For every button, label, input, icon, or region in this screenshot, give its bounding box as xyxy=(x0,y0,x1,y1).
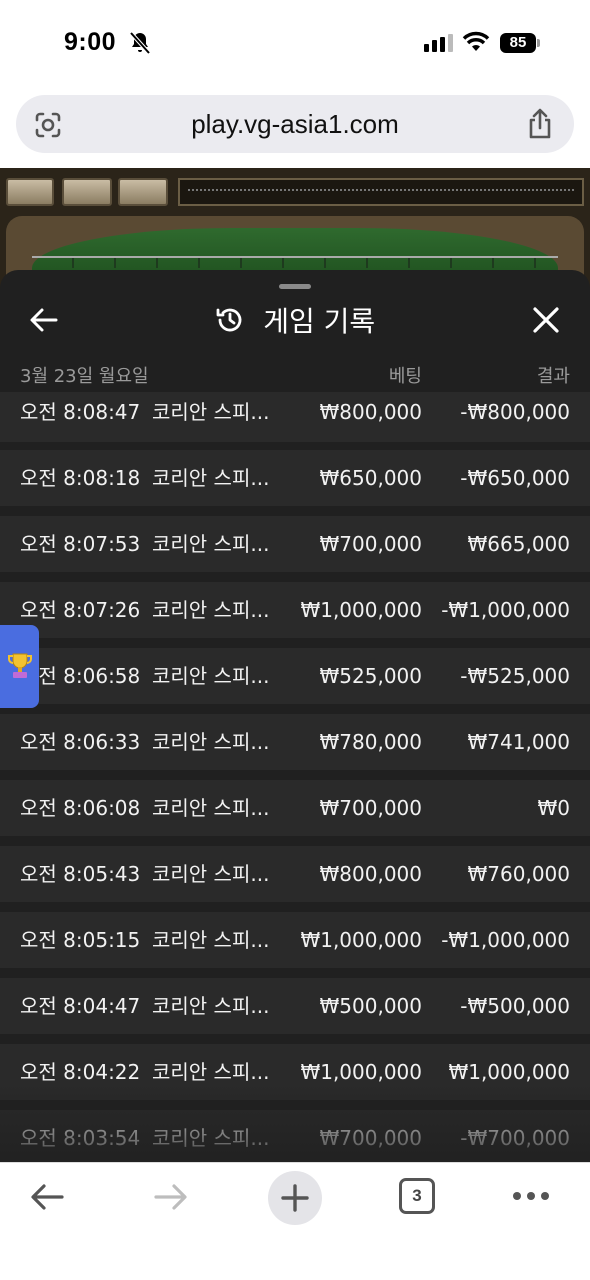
row-result: -₩1,000,000 xyxy=(441,598,570,622)
status-time: 9:00 xyxy=(64,28,117,56)
history-row[interactable]: 오전 8:04:22 코리안 스피... ₩1,000,000 ₩1,000,0… xyxy=(0,1044,590,1100)
row-time: 오전 8:08:18 xyxy=(20,466,141,490)
row-time: 오전 8:05:43 xyxy=(20,862,141,886)
game-control-button[interactable] xyxy=(62,178,112,206)
more-icon[interactable] xyxy=(512,1189,550,1203)
row-game: 코리안 스피... xyxy=(152,400,270,424)
row-game: 코리안 스피... xyxy=(152,532,270,556)
row-time: 오전 8:05:15 xyxy=(20,928,141,952)
row-bet: ₩800,000 xyxy=(319,862,422,886)
table-lines xyxy=(32,256,558,268)
row-time: 오전 8:06:33 xyxy=(20,730,141,754)
history-row[interactable]: 오전 8:08:47 코리안 스피... ₩800,000 -₩800,000 xyxy=(0,392,590,442)
row-time: 오전 8:06:08 xyxy=(20,796,141,820)
row-game: 코리안 스피... xyxy=(152,1126,270,1150)
plus-icon xyxy=(281,1184,309,1212)
row-bet: ₩780,000 xyxy=(319,730,422,754)
history-row[interactable]: 오전 8:06:33 코리안 스피... ₩780,000 ₩741,000 xyxy=(0,714,590,770)
battery-icon: 85 xyxy=(500,33,542,53)
battery-level: 85 xyxy=(500,33,536,53)
row-result: ₩1,000,000 xyxy=(448,1060,570,1084)
forward-icon[interactable] xyxy=(152,1181,190,1213)
row-bet: ₩525,000 xyxy=(319,664,422,688)
row-bet: ₩700,000 xyxy=(319,532,422,556)
panel-title-wrap: 게임 기록 xyxy=(0,300,590,340)
url-text[interactable]: play.vg-asia1.com xyxy=(16,95,574,153)
game-history-panel: 게임 기록 3월 23일 월요일 베팅 결과 오전 8:08:47 코리안 스피… xyxy=(0,270,590,1162)
row-result: -₩700,000 xyxy=(460,1126,570,1150)
new-tab-button[interactable] xyxy=(268,1171,322,1225)
history-row[interactable]: 오전 8:07:26 코리안 스피... ₩1,000,000 -₩1,000,… xyxy=(0,582,590,638)
row-bet: ₩1,000,000 xyxy=(300,928,422,952)
history-row[interactable]: 오전 8:05:15 코리안 스피... ₩1,000,000 -₩1,000,… xyxy=(0,912,590,968)
row-game: 코리안 스피... xyxy=(152,1060,270,1084)
row-result: -₩1,000,000 xyxy=(441,928,570,952)
row-bet: ₩1,000,000 xyxy=(300,1060,422,1084)
trophy-button[interactable] xyxy=(0,625,39,708)
trophy-icon xyxy=(8,653,32,678)
history-icon xyxy=(216,308,242,332)
row-time: 오전 8:04:22 xyxy=(20,1060,141,1084)
tabs-icon[interactable]: 3 xyxy=(399,1178,435,1214)
history-row[interactable]: 오전 8:07:53 코리안 스피... ₩700,000 ₩665,000 xyxy=(0,516,590,572)
row-bet: ₩700,000 xyxy=(319,1126,422,1150)
row-result: -₩500,000 xyxy=(460,994,570,1018)
history-row[interactable]: 오전 8:06:58 코리안 스피... ₩525,000 -₩525,000 xyxy=(0,648,590,704)
row-bet: ₩500,000 xyxy=(319,994,422,1018)
close-icon[interactable] xyxy=(532,306,560,334)
row-game: 코리안 스피... xyxy=(152,862,270,886)
row-result: ₩760,000 xyxy=(467,862,570,886)
row-bet: ₩650,000 xyxy=(319,466,422,490)
row-time: 오전 8:04:47 xyxy=(20,994,141,1018)
history-row[interactable]: 오전 8:06:08 코리안 스피... ₩700,000 ₩0 xyxy=(0,780,590,836)
row-result: ₩665,000 xyxy=(467,532,570,556)
row-game: 코리안 스피... xyxy=(152,466,270,490)
history-row[interactable]: 오전 8:08:18 코리안 스피... ₩650,000 -₩650,000 xyxy=(0,450,590,506)
row-bet: ₩800,000 xyxy=(319,400,422,424)
sheet-grabber[interactable] xyxy=(279,284,311,289)
status-bar: 9:00 85 xyxy=(0,0,590,88)
browser-toolbar: 3 xyxy=(0,1162,590,1280)
date-header: 3월 23일 월요일 xyxy=(20,366,149,387)
row-result: -₩525,000 xyxy=(460,664,570,688)
row-result: -₩800,000 xyxy=(460,400,570,424)
result-column-header: 결과 xyxy=(536,366,570,387)
share-icon[interactable] xyxy=(526,108,554,140)
game-control-button[interactable] xyxy=(6,178,54,206)
address-bar[interactable]: play.vg-asia1.com xyxy=(16,95,574,153)
signal-icon xyxy=(424,34,453,52)
row-time: 오전 8:07:53 xyxy=(20,532,141,556)
row-game: 코리안 스피... xyxy=(152,994,270,1018)
row-game: 코리안 스피... xyxy=(152,928,270,952)
row-result: ₩0 xyxy=(537,796,571,820)
back-icon[interactable] xyxy=(28,1181,66,1213)
row-result: -₩650,000 xyxy=(460,466,570,490)
panel-title: 게임 기록 xyxy=(263,305,376,338)
row-time: 오전 8:03:54 xyxy=(20,1126,141,1150)
game-control-button[interactable] xyxy=(118,178,168,206)
history-row[interactable]: 오전 8:05:43 코리안 스피... ₩800,000 ₩760,000 xyxy=(0,846,590,902)
row-bet: ₩700,000 xyxy=(319,796,422,820)
row-game: 코리안 스피... xyxy=(152,598,270,622)
row-game: 코리안 스피... xyxy=(152,796,270,820)
row-result: ₩741,000 xyxy=(467,730,570,754)
history-row[interactable]: 오전 8:03:54 코리안 스피... ₩700,000 -₩700,000 xyxy=(0,1110,590,1162)
row-game: 코리안 스피... xyxy=(152,730,270,754)
battery-tip xyxy=(537,39,540,47)
game-info-strip xyxy=(178,178,584,206)
bet-column-header: 베팅 xyxy=(388,366,422,387)
row-bet: ₩1,000,000 xyxy=(300,598,422,622)
wifi-icon xyxy=(462,31,490,51)
row-game: 코리안 스피... xyxy=(152,664,270,688)
history-row[interactable]: 오전 8:04:47 코리안 스피... ₩500,000 -₩500,000 xyxy=(0,978,590,1034)
row-time: 오전 8:08:47 xyxy=(20,400,141,424)
bell-off-icon xyxy=(129,31,151,55)
